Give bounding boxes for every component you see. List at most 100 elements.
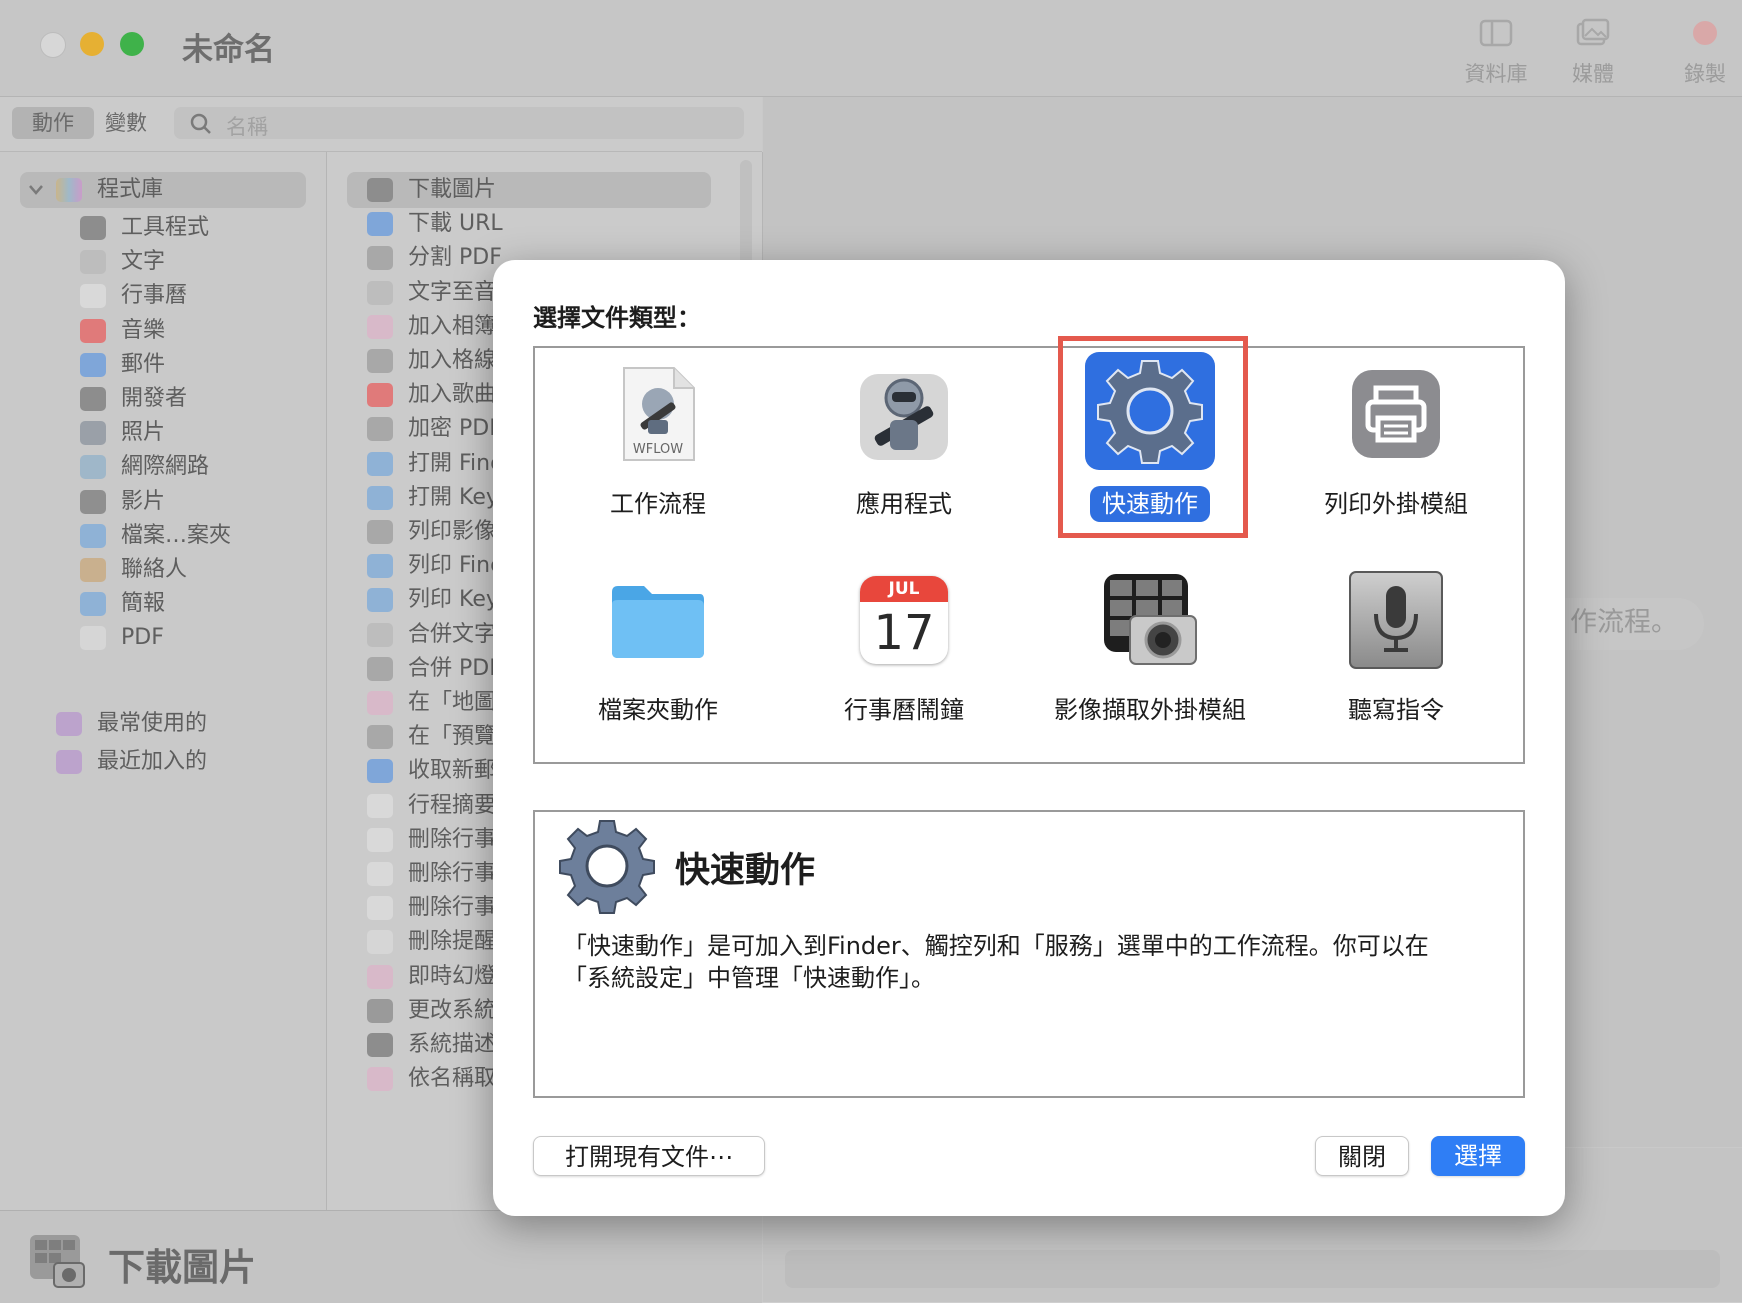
media-toolbar-button[interactable]: 媒體 bbox=[1548, 16, 1638, 88]
library-toolbar-button[interactable]: 資料庫 bbox=[1451, 16, 1541, 88]
sidebar-item-label: 影片 bbox=[121, 488, 166, 514]
printer-icon bbox=[1346, 364, 1446, 464]
sidebar-item-label: PDF bbox=[121, 625, 164, 651]
action-item-label: 即時幻燈 bbox=[408, 963, 497, 989]
action-icon bbox=[367, 793, 393, 818]
smart-folder-icon bbox=[56, 712, 82, 736]
action-item-label: 列印影像 bbox=[408, 519, 497, 544]
internet-icon bbox=[80, 455, 106, 480]
description-line-1: 「快速動作」是可加入到Finder、觸控列和「服務」選單中的工作流程。你可以在 bbox=[563, 932, 1429, 960]
action-item-label: 下載 URL bbox=[408, 211, 503, 237]
type-calendar-alarm[interactable]: JUL 17 行事曆鬧鐘 bbox=[781, 556, 1027, 762]
type-quick-action-label: 快速動作 bbox=[1027, 484, 1273, 522]
photos-icon bbox=[1576, 18, 1610, 46]
action-item-label: 加入歌曲 bbox=[408, 382, 497, 408]
tab-variables[interactable]: 變數 bbox=[96, 107, 156, 139]
dialog-heading: 選擇文件類型： bbox=[533, 304, 701, 332]
document-type-grid: WFLOW 工作流程 應用程式 快速動作 列印外掛模組 檔案夾動作 JUL 17… bbox=[533, 346, 1525, 764]
action-item-label: 合併 PDF bbox=[408, 655, 502, 681]
action-item-label: 刪除行事 bbox=[408, 861, 497, 886]
recent-label: 最近加入的 bbox=[97, 749, 208, 774]
type-quick-action[interactable]: 快速動作 bbox=[1027, 350, 1273, 556]
action-icon bbox=[367, 485, 393, 510]
sidebar-item-label: 檔案…案夾 bbox=[121, 522, 232, 548]
sidebar-item-label: 簡報 bbox=[121, 591, 166, 617]
action-icon bbox=[367, 417, 393, 442]
tools-icon bbox=[80, 216, 106, 240]
type-application[interactable]: 應用程式 bbox=[781, 350, 1027, 556]
description-line-2: 「系統設定」中管理「快速動作」。 bbox=[563, 964, 935, 992]
action-item-label: 更改系統 bbox=[408, 997, 497, 1023]
action-item-label: 下載圖片 bbox=[408, 177, 497, 202]
close-button[interactable]: 關閉 bbox=[1315, 1136, 1409, 1176]
gear-icon bbox=[1085, 352, 1215, 470]
action-icon bbox=[367, 622, 393, 647]
action-item-label: 加入格線 bbox=[408, 348, 497, 373]
action-item-label: 打開 Finc bbox=[408, 450, 503, 476]
type-dictation-command[interactable]: 聽寫指令 bbox=[1273, 556, 1519, 762]
action-icon bbox=[367, 280, 393, 305]
type-workflow[interactable]: WFLOW 工作流程 bbox=[535, 350, 781, 556]
action-item-label: 加密 PDF bbox=[408, 416, 502, 442]
type-image-capture-plugin[interactable]: 影像擷取外掛模組 bbox=[1027, 556, 1273, 762]
calendar-day: 17 bbox=[873, 605, 935, 661]
workflow-badge: WFLOW bbox=[632, 442, 684, 457]
action-icon bbox=[367, 998, 393, 1023]
action-item-label: 行程摘要 bbox=[408, 792, 497, 818]
action-icon bbox=[367, 212, 393, 237]
record-toolbar-button[interactable]: 錄製 bbox=[1660, 16, 1742, 88]
action-item-label: 收取新郵 bbox=[408, 758, 497, 784]
type-dictation-command-label: 聽寫指令 bbox=[1348, 696, 1444, 724]
action-item-label: 分割 PDF bbox=[408, 245, 502, 271]
text-icon bbox=[80, 250, 106, 275]
action-selected-row[interactable] bbox=[347, 172, 711, 208]
action-icon bbox=[367, 1033, 393, 1057]
open-existing-document-button[interactable]: 打開現有文件⋯ bbox=[533, 1136, 765, 1176]
action-icon bbox=[367, 691, 393, 715]
folder-icon bbox=[608, 570, 708, 670]
description-title: 快速動作 bbox=[675, 851, 816, 891]
library-toolbar-label: 資料庫 bbox=[1464, 62, 1528, 86]
favorites-label: 最常使用的 bbox=[97, 711, 208, 736]
media-toolbar-label: 媒體 bbox=[1572, 62, 1614, 86]
search-icon bbox=[190, 113, 211, 134]
type-image-capture-plugin-label: 影像擷取外掛模組 bbox=[1054, 696, 1246, 724]
action-icon bbox=[367, 554, 393, 579]
description-text: 「快速動作」是可加入到Finder、觸控列和「服務」選單中的工作流程。你可以在 … bbox=[563, 930, 1503, 994]
action-icon bbox=[367, 451, 393, 476]
action-icon bbox=[367, 383, 393, 408]
sidebar-item-label: 音樂 bbox=[121, 317, 166, 343]
action-icon bbox=[367, 314, 393, 339]
workflow-log-area bbox=[785, 1250, 1720, 1288]
sidebar-item-label: 工具程式 bbox=[121, 215, 210, 240]
action-item-label: 加入相簿 bbox=[408, 313, 497, 339]
type-calendar-alarm-label: 行事曆鬧鐘 bbox=[844, 696, 964, 724]
minimize-window-button[interactable] bbox=[80, 32, 104, 56]
action-item-label: 合併文字 bbox=[408, 621, 497, 647]
calendar-icon bbox=[80, 284, 106, 309]
chevron-down-icon[interactable] bbox=[28, 184, 44, 196]
sidebar-icon bbox=[1479, 19, 1513, 47]
close-window-button[interactable] bbox=[40, 32, 66, 58]
action-icon bbox=[367, 588, 393, 613]
sidebar-item-label: 照片 bbox=[121, 420, 166, 446]
type-print-plugin[interactable]: 列印外掛模組 bbox=[1273, 350, 1519, 556]
action-item-label: 依名稱取 bbox=[408, 1066, 497, 1092]
action-item-label: 刪除行事 bbox=[408, 895, 497, 921]
mail-icon bbox=[80, 352, 106, 377]
type-description-panel: 快速動作 「快速動作」是可加入到Finder、觸控列和「服務」選單中的工作流程。… bbox=[533, 810, 1525, 1098]
action-info-bar: 下載圖片 bbox=[0, 1210, 762, 1303]
action-icon bbox=[367, 246, 393, 271]
search-input[interactable]: 名稱 bbox=[174, 107, 744, 139]
choose-button[interactable]: 選擇 bbox=[1431, 1136, 1525, 1176]
action-icon bbox=[367, 759, 393, 784]
action-icon bbox=[367, 725, 393, 750]
contacts-icon bbox=[80, 558, 106, 582]
tab-actions[interactable]: 動作 bbox=[12, 107, 94, 139]
type-folder-action-label: 檔案夾動作 bbox=[598, 696, 718, 724]
keynote-icon bbox=[80, 592, 106, 617]
action-item-label: 在「地圖 bbox=[408, 690, 497, 715]
sidebar-item-label: 文字 bbox=[121, 249, 166, 275]
zoom-window-button[interactable] bbox=[120, 32, 144, 56]
type-folder-action[interactable]: 檔案夾動作 bbox=[535, 556, 781, 762]
